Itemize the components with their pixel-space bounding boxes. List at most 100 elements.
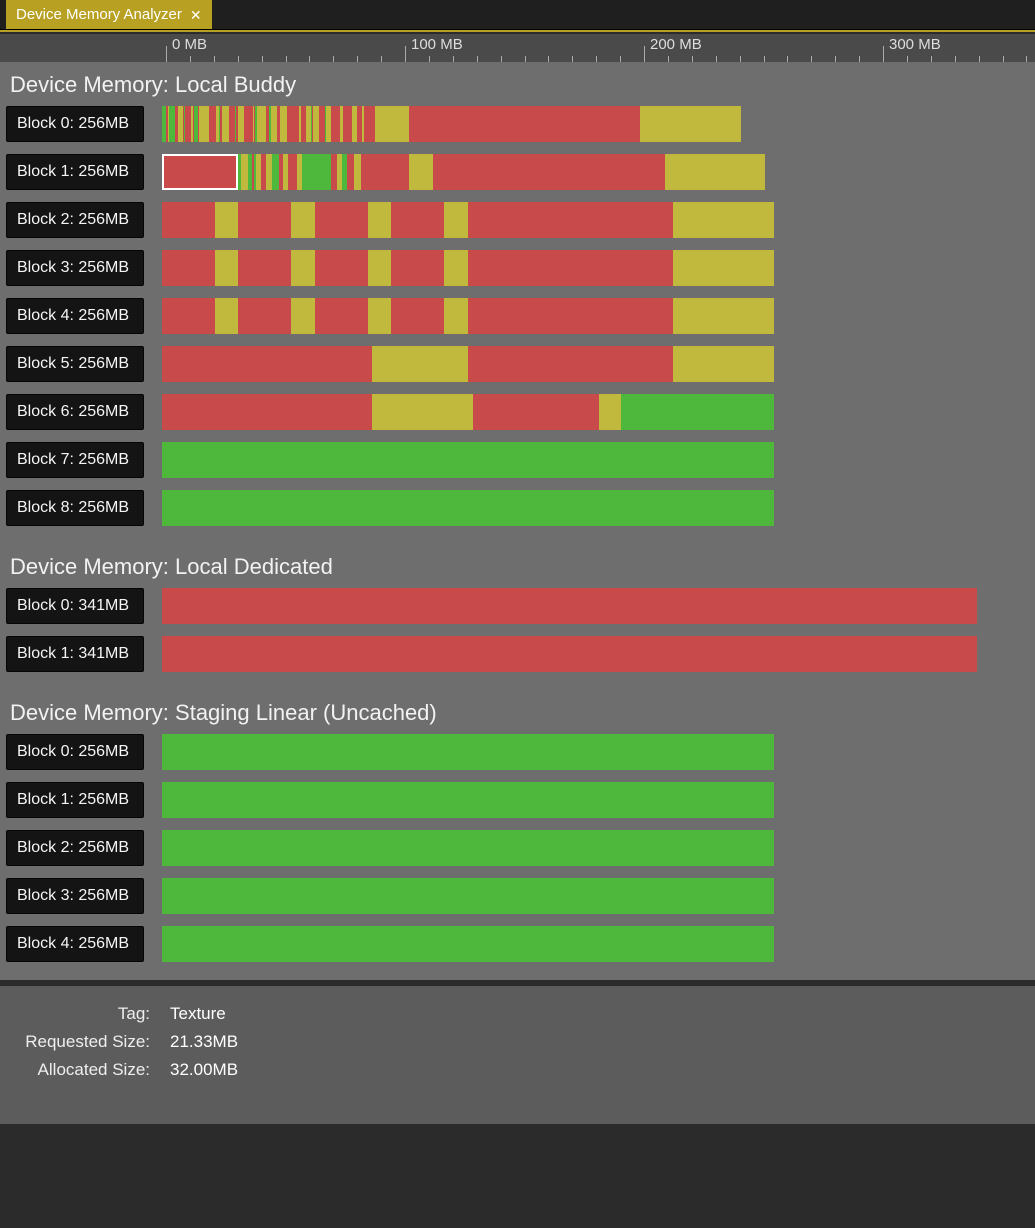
block-label[interactable]: Block 0: 256MB bbox=[6, 734, 144, 770]
block-label[interactable]: Block 7: 256MB bbox=[6, 442, 144, 478]
memory-segment[interactable] bbox=[244, 106, 253, 142]
memory-segment[interactable] bbox=[673, 298, 773, 334]
memory-segment[interactable] bbox=[364, 106, 375, 142]
memory-bar[interactable] bbox=[162, 250, 774, 286]
block-label[interactable]: Block 4: 256MB bbox=[6, 298, 144, 334]
memory-segment[interactable] bbox=[162, 830, 774, 866]
block-label[interactable]: Block 1: 256MB bbox=[6, 782, 144, 818]
memory-segment[interactable] bbox=[291, 250, 315, 286]
block-label[interactable]: Block 3: 256MB bbox=[6, 250, 144, 286]
memory-segment[interactable] bbox=[468, 250, 674, 286]
memory-segment[interactable] bbox=[162, 298, 215, 334]
block-label[interactable]: Block 2: 256MB bbox=[6, 202, 144, 238]
memory-segment[interactable] bbox=[372, 346, 468, 382]
memory-segment[interactable] bbox=[673, 250, 773, 286]
memory-segment[interactable] bbox=[665, 154, 765, 190]
memory-bar[interactable] bbox=[162, 588, 977, 624]
memory-segment[interactable] bbox=[238, 298, 291, 334]
memory-bar[interactable] bbox=[162, 490, 774, 526]
memory-segment[interactable] bbox=[354, 154, 361, 190]
memory-segment[interactable] bbox=[315, 250, 368, 286]
memory-bar[interactable] bbox=[162, 830, 774, 866]
memory-segment[interactable] bbox=[433, 154, 665, 190]
memory-segment[interactable] bbox=[347, 154, 355, 190]
memory-bar[interactable] bbox=[162, 154, 774, 190]
memory-segment[interactable] bbox=[238, 202, 291, 238]
memory-segment[interactable] bbox=[640, 106, 740, 142]
memory-bar[interactable] bbox=[162, 298, 774, 334]
memory-segment[interactable] bbox=[621, 394, 774, 430]
memory-segment[interactable] bbox=[391, 202, 444, 238]
memory-segment[interactable] bbox=[257, 106, 267, 142]
memory-bar[interactable] bbox=[162, 106, 774, 142]
memory-bar[interactable] bbox=[162, 782, 774, 818]
memory-segment[interactable] bbox=[315, 298, 368, 334]
block-label[interactable]: Block 3: 256MB bbox=[6, 878, 144, 914]
memory-segment[interactable] bbox=[444, 250, 468, 286]
memory-segment[interactable] bbox=[199, 106, 209, 142]
memory-bar[interactable] bbox=[162, 636, 977, 672]
memory-segment[interactable] bbox=[215, 250, 239, 286]
memory-segment[interactable] bbox=[302, 154, 331, 190]
memory-segment[interactable] bbox=[444, 298, 468, 334]
memory-segment[interactable] bbox=[280, 106, 287, 142]
memory-segment[interactable] bbox=[409, 106, 641, 142]
tab-device-memory-analyzer[interactable]: Device Memory Analyzer ✕ bbox=[6, 0, 212, 29]
memory-bar[interactable] bbox=[162, 878, 774, 914]
memory-segment[interactable] bbox=[162, 926, 774, 962]
memory-segment[interactable] bbox=[315, 202, 368, 238]
block-label[interactable]: Block 1: 256MB bbox=[6, 154, 144, 190]
memory-segment[interactable] bbox=[238, 250, 291, 286]
memory-segment[interactable] bbox=[162, 782, 774, 818]
memory-segment[interactable] bbox=[162, 250, 215, 286]
memory-bar[interactable] bbox=[162, 926, 774, 962]
block-label[interactable]: Block 2: 256MB bbox=[6, 830, 144, 866]
memory-segment[interactable] bbox=[162, 636, 977, 672]
block-label[interactable]: Block 8: 256MB bbox=[6, 490, 144, 526]
block-label[interactable]: Block 4: 256MB bbox=[6, 926, 144, 962]
memory-segment[interactable] bbox=[444, 202, 468, 238]
memory-segment[interactable] bbox=[162, 202, 215, 238]
memory-bar[interactable] bbox=[162, 346, 774, 382]
memory-segment[interactable] bbox=[343, 106, 353, 142]
block-label[interactable]: Block 6: 256MB bbox=[6, 394, 144, 430]
memory-segment[interactable] bbox=[215, 202, 239, 238]
memory-bar[interactable] bbox=[162, 442, 774, 478]
memory-segment[interactable] bbox=[409, 154, 433, 190]
memory-segment[interactable] bbox=[391, 298, 444, 334]
memory-segment[interactable] bbox=[473, 394, 600, 430]
memory-segment[interactable] bbox=[287, 106, 299, 142]
block-label[interactable]: Block 0: 341MB bbox=[6, 588, 144, 624]
memory-segment[interactable] bbox=[468, 346, 674, 382]
memory-segment[interactable] bbox=[391, 250, 444, 286]
memory-segment[interactable] bbox=[368, 298, 392, 334]
memory-segment[interactable] bbox=[222, 106, 229, 142]
memory-segment[interactable] bbox=[599, 394, 621, 430]
memory-segment[interactable] bbox=[673, 346, 773, 382]
memory-segment[interactable] bbox=[288, 154, 296, 190]
memory-segment[interactable] bbox=[368, 250, 392, 286]
memory-segment[interactable] bbox=[361, 154, 409, 190]
memory-segment[interactable] bbox=[368, 202, 392, 238]
memory-segment[interactable] bbox=[468, 298, 674, 334]
memory-segment[interactable] bbox=[162, 588, 977, 624]
block-label[interactable]: Block 1: 341MB bbox=[6, 636, 144, 672]
memory-segment[interactable] bbox=[673, 202, 773, 238]
memory-segment[interactable] bbox=[162, 878, 774, 914]
memory-bar[interactable] bbox=[162, 734, 774, 770]
memory-segment[interactable] bbox=[162, 154, 238, 190]
memory-bar[interactable] bbox=[162, 202, 774, 238]
memory-segment[interactable] bbox=[162, 490, 774, 526]
memory-segment[interactable] bbox=[162, 734, 774, 770]
memory-segment[interactable] bbox=[162, 346, 372, 382]
memory-segment[interactable] bbox=[162, 442, 774, 478]
memory-segment[interactable] bbox=[272, 154, 279, 190]
memory-segment[interactable] bbox=[291, 202, 315, 238]
memory-segment[interactable] bbox=[215, 298, 239, 334]
block-label[interactable]: Block 5: 256MB bbox=[6, 346, 144, 382]
memory-segment[interactable] bbox=[209, 106, 216, 142]
memory-segment[interactable] bbox=[162, 394, 372, 430]
memory-segment[interactable] bbox=[468, 202, 674, 238]
memory-segment[interactable] bbox=[241, 154, 248, 190]
memory-bar[interactable] bbox=[162, 394, 774, 430]
